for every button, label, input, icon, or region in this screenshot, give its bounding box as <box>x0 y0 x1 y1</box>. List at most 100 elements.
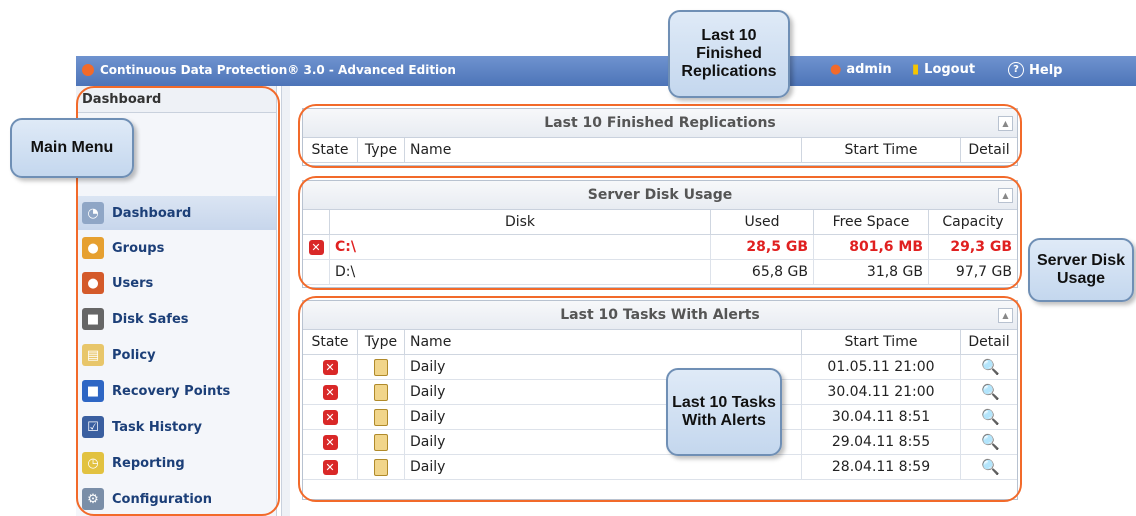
sidebar-item-label: Dashboard <box>112 205 192 221</box>
task-name: Daily <box>404 454 802 480</box>
task-start-time: 28.04.11 8:59 <box>801 454 961 480</box>
reporting-icon: ◷ <box>82 452 104 474</box>
col-detail[interactable]: Detail <box>960 138 1017 163</box>
task-start-time: 30.04.11 21:00 <box>801 379 961 405</box>
sidebar-item-label: Users <box>112 275 154 291</box>
disk-usage-panel-title: Server Disk Usage <box>303 181 1017 210</box>
table-row[interactable]: ✕ Daily 01.05.11 21:00 🔍 <box>303 354 1017 380</box>
sidebar-item-label: Configuration <box>112 491 212 507</box>
alerts-panel: Last 10 Tasks With Alerts ▲ State Type N… <box>302 300 1018 500</box>
collapse-icon[interactable]: ▲ <box>998 308 1013 323</box>
disk-used: 28,5 GB <box>710 234 814 260</box>
callout-tasks-alerts: Last 10 Tasks With Alerts <box>666 368 782 456</box>
table-row[interactable]: ✕ C:\ 28,5 GB 801,6 MB 29,3 GB <box>303 234 1017 260</box>
col-state[interactable]: State <box>303 330 358 355</box>
disk-free: 801,6 MB <box>813 234 929 260</box>
user-menu[interactable]: ● admin <box>830 62 892 77</box>
col-type[interactable]: Type <box>357 330 405 355</box>
task-start-time: 30.04.11 8:51 <box>801 404 961 430</box>
magnifier-icon[interactable]: 🔍 <box>981 434 1000 450</box>
error-icon: ✕ <box>322 459 338 475</box>
task-start-time: 29.04.11 8:55 <box>801 429 961 455</box>
callout-disk-usage: Server Disk Usage <box>1028 238 1134 302</box>
sidebar-item-label: Groups <box>112 240 165 256</box>
table-row[interactable]: D:\ 65,8 GB 31,8 GB 97,7 GB <box>303 259 1017 285</box>
groups-icon: ● <box>82 237 104 259</box>
error-icon: ✕ <box>322 409 338 425</box>
callout-text: Server Disk Usage <box>1036 252 1126 287</box>
error-icon: ✕ <box>308 239 324 255</box>
col-disk[interactable]: Disk <box>329 210 711 235</box>
sidebar-item-label: Disk Safes <box>112 311 189 327</box>
sidebar-item-label: Policy <box>112 347 156 363</box>
col-type[interactable]: Type <box>357 138 405 163</box>
sidebar-item-task-history[interactable]: ☑ Task History <box>76 410 276 444</box>
error-icon: ✕ <box>322 434 338 450</box>
alerts-table: State Type Name Start Time Detail ✕ Dail… <box>303 330 1017 480</box>
help-label: Help <box>1029 62 1063 78</box>
sidebar-item-label: Task History <box>112 419 202 435</box>
disk-usage-table: Disk Used Free Space Capacity ✕ C:\ 28,5… <box>303 210 1017 285</box>
logout-icon: ▮ <box>912 62 920 77</box>
magnifier-icon[interactable]: 🔍 <box>981 459 1000 475</box>
table-row[interactable]: ✕ Daily 30.04.11 8:51 🔍 <box>303 404 1017 430</box>
col-state[interactable]: State <box>303 138 358 163</box>
clipboard-icon <box>374 358 388 376</box>
error-icon: ✕ <box>322 384 338 400</box>
callout-main-menu: Main Menu <box>10 118 134 178</box>
app-logo-icon <box>82 64 94 76</box>
sidebar-item-groups[interactable]: ● Groups <box>76 231 276 265</box>
sidebar-item-recovery-points[interactable]: ■ Recovery Points <box>76 374 276 408</box>
help-icon: ? <box>1008 62 1024 78</box>
disk-used: 65,8 GB <box>710 259 814 285</box>
disk-name: C:\ <box>329 234 711 260</box>
sidebar-item-dashboard[interactable]: ◔ Dashboard <box>76 196 276 230</box>
sidebar-item-label: Reporting <box>112 455 185 471</box>
magnifier-icon[interactable]: 🔍 <box>981 384 1000 400</box>
table-row[interactable]: ✕ Daily 30.04.11 21:00 🔍 <box>303 379 1017 405</box>
logout-button[interactable]: ▮ Logout <box>912 62 975 77</box>
user-name: admin <box>846 62 892 77</box>
col-name[interactable]: Name <box>404 330 802 355</box>
sidebar-item-reporting[interactable]: ◷ Reporting <box>76 446 276 480</box>
replications-panel-title: Last 10 Finished Replications <box>303 109 1017 138</box>
sidebar-item-label: Recovery Points <box>112 383 231 399</box>
collapse-icon[interactable]: ▲ <box>998 188 1013 203</box>
replications-panel: Last 10 Finished Replications ▲ State Ty… <box>302 108 1018 166</box>
replications-table: State Type Name Start Time Detail <box>303 138 1017 163</box>
user-icon: ● <box>830 62 842 77</box>
callout-text: Last 10 Finished Replications <box>681 27 777 80</box>
disk-free: 31,8 GB <box>813 259 929 285</box>
sidebar-item-disk-safes[interactable]: ■ Disk Safes <box>76 302 276 336</box>
callout-text: Last 10 Tasks With Alerts <box>672 394 776 429</box>
title-bar: Continuous Data Protection® 3.0 - Advanc… <box>76 56 1136 86</box>
sidebar-item-users[interactable]: ● Users <box>76 266 276 300</box>
configuration-icon: ⚙ <box>82 488 104 510</box>
table-row[interactable]: ✕ Daily 29.04.11 8:55 🔍 <box>303 429 1017 455</box>
col-start-time[interactable]: Start Time <box>801 330 961 355</box>
col-start-time[interactable]: Start Time <box>801 138 961 163</box>
dashboard-icon: ◔ <box>82 202 104 224</box>
col-used[interactable]: Used <box>710 210 814 235</box>
col-free-space[interactable]: Free Space <box>813 210 929 235</box>
splitter-handle[interactable] <box>281 86 290 516</box>
clipboard-icon <box>374 458 388 476</box>
clipboard-icon <box>374 408 388 426</box>
sidebar-item-configuration[interactable]: ⚙ Configuration <box>76 482 276 516</box>
table-row[interactable]: ✕ Daily 28.04.11 8:59 🔍 <box>303 454 1017 480</box>
help-button[interactable]: ? Help <box>1008 62 1062 78</box>
collapse-icon[interactable]: ▲ <box>998 116 1013 131</box>
app-title: Continuous Data Protection® 3.0 - Advanc… <box>100 63 456 77</box>
sidebar-header: Dashboard <box>76 86 276 113</box>
col-capacity[interactable]: Capacity <box>928 210 1017 235</box>
magnifier-icon[interactable]: 🔍 <box>981 359 1000 375</box>
policy-icon: ▤ <box>82 344 104 366</box>
disk-capacity: 29,3 GB <box>928 234 1017 260</box>
error-icon: ✕ <box>322 359 338 375</box>
task-start-time: 01.05.11 21:00 <box>801 354 961 380</box>
magnifier-icon[interactable]: 🔍 <box>981 409 1000 425</box>
col-detail[interactable]: Detail <box>960 330 1017 355</box>
col-name[interactable]: Name <box>404 138 802 163</box>
callout-replications: Last 10 Finished Replications <box>668 10 790 98</box>
sidebar-item-policy[interactable]: ▤ Policy <box>76 338 276 372</box>
